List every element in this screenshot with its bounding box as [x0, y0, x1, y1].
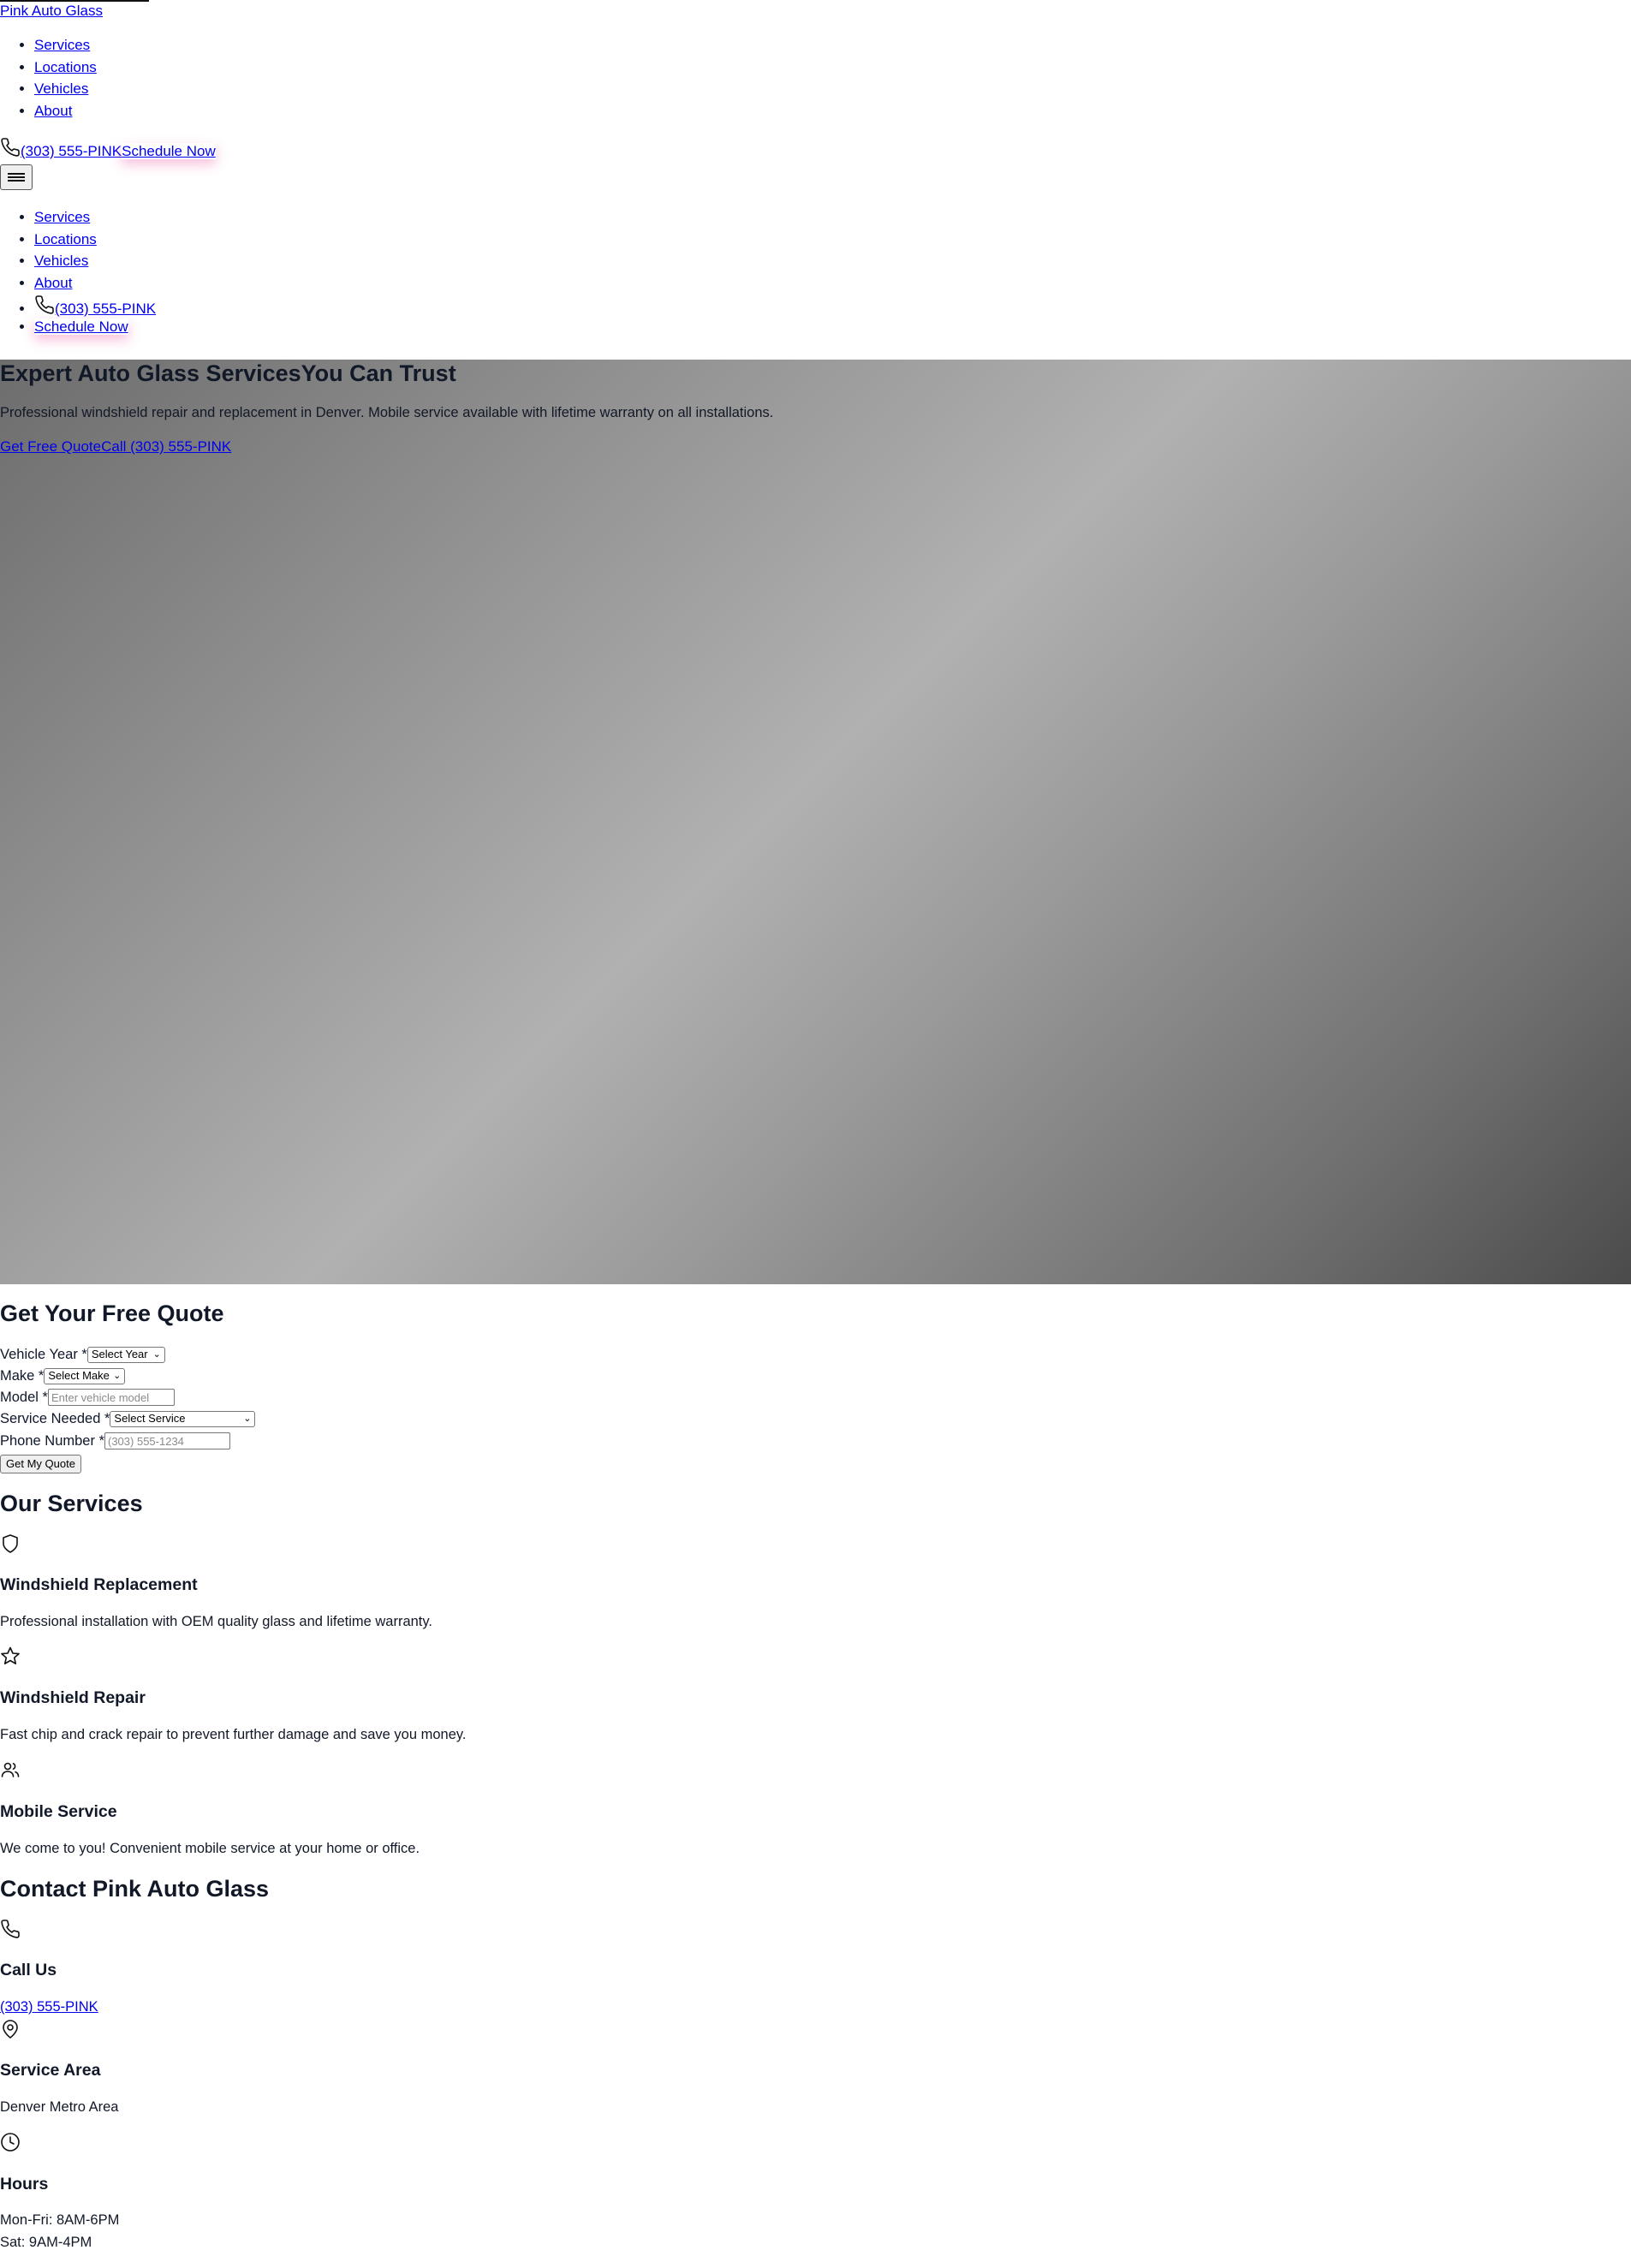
service-title-mobile: Mobile Service	[0, 1802, 117, 1821]
contact-call-title: Call Us	[0, 1961, 57, 1979]
quote-form-title: Get Your Free Quote	[0, 1301, 224, 1326]
header-top-border	[0, 0, 149, 2]
contact-title: Contact Pink Auto Glass	[0, 1876, 270, 1902]
phone-input[interactable]	[104, 1432, 230, 1449]
service-text-repair: Fast chip and crack repair to prevent fu…	[0, 1727, 467, 1742]
service-text-replacement: Professional installation with OEM quali…	[0, 1614, 432, 1629]
nav-link-services[interactable]: Services	[34, 37, 90, 53]
hero-title: Expert Auto Glass ServicesYou Can Trust	[0, 358, 456, 389]
contact-area-text: Denver Metro Area	[0, 2099, 119, 2115]
shield-icon	[0, 1533, 21, 1554]
nav-item-locations: Locations	[34, 57, 97, 79]
model-row: Model *	[0, 1388, 175, 1407]
mobile-nav-link-vehicles[interactable]: Vehicles	[34, 253, 88, 269]
hero-subtitle: Professional windshield repair and repla…	[0, 405, 774, 420]
header-phone-link[interactable]: (303) 555-PINK	[0, 138, 122, 159]
service-row: Service Needed * Select Service ⌄	[0, 1409, 256, 1428]
vehicle-year-select[interactable]: Select Year ⌄	[86, 1346, 165, 1363]
make-label: Make *	[0, 1368, 45, 1384]
make-row: Make * Select Make ⌄	[0, 1366, 126, 1385]
service-title-repair: Windshield Repair	[0, 1688, 146, 1707]
nav-link-vehicles[interactable]: Vehicles	[34, 80, 88, 97]
primary-nav: Services Locations Vehicles About	[0, 34, 97, 122]
map-pin-icon	[0, 2019, 21, 2039]
mobile-nav-item-about: About	[34, 272, 156, 295]
mobile-nav-item-phone: (303) 555-PINK	[34, 295, 156, 317]
contact-phone-link[interactable]: (303) 555-PINK	[0, 1997, 98, 2017]
phone-icon	[0, 137, 21, 158]
hero-background	[0, 360, 1631, 1284]
phone-icon	[0, 1919, 21, 1939]
mobile-nav-link-services[interactable]: Services	[34, 209, 90, 225]
service-text-mobile: We come to you! Convenient mobile servic…	[0, 1841, 420, 1856]
mobile-nav-phone-text: (303) 555-PINK	[55, 300, 157, 317]
service-select[interactable]: Select Service ⌄	[110, 1410, 256, 1427]
users-icon	[0, 1759, 21, 1780]
mobile-nav-schedule-button[interactable]: Schedule Now	[34, 318, 128, 335]
make-select[interactable]: Select Make ⌄	[44, 1367, 126, 1384]
contact-hours-weekday: Mon-Fri: 8AM-6PM	[0, 2212, 120, 2228]
header-schedule-button[interactable]: Schedule Now	[122, 143, 216, 159]
mobile-nav-link-locations[interactable]: Locations	[34, 231, 97, 247]
contact-hours-title: Hours	[0, 2175, 49, 2194]
hamburger-icon	[8, 171, 25, 183]
contact-hours-saturday: Sat: 9AM-4PM	[0, 2235, 92, 2250]
phone-label: Phone Number *	[0, 1433, 104, 1449]
star-icon	[0, 1646, 21, 1666]
mobile-nav-item-vehicles: Vehicles	[34, 250, 156, 272]
mobile-nav-link-about[interactable]: About	[34, 275, 72, 291]
mobile-nav-item-locations: Locations	[34, 229, 156, 251]
service-label: Service Needed *	[0, 1411, 110, 1426]
mobile-nav-phone-link[interactable]: (303) 555-PINK	[34, 295, 157, 317]
brand-logo-link[interactable]: Pink Auto Glass	[0, 3, 103, 20]
header-phone-text: (303) 555-PINK	[21, 143, 122, 159]
hero-title-part1: Expert Auto Glass Services	[0, 360, 301, 386]
hero-title-part2: You Can Trust	[301, 360, 456, 386]
get-free-quote-button[interactable]: Get Free Quote	[0, 438, 101, 455]
nav-link-locations[interactable]: Locations	[34, 59, 97, 75]
nav-item-about: About	[34, 100, 97, 122]
mobile-nav-item-schedule: Schedule Now	[34, 316, 156, 338]
chevron-down-icon: ⌄	[243, 1414, 252, 1424]
call-now-button[interactable]: Call (303) 555-PINK	[101, 438, 231, 455]
hero-cta-group: Get Free QuoteCall (303) 555-PINK	[0, 437, 231, 457]
mobile-nav-item-services: Services	[34, 206, 156, 229]
mobile-nav: Services Locations Vehicles About (303) …	[0, 206, 156, 338]
nav-link-about[interactable]: About	[34, 103, 72, 119]
chevron-down-icon: ⌄	[152, 1349, 161, 1360]
service-title-replacement: Windshield Replacement	[0, 1575, 198, 1594]
vehicle-year-row: Vehicle Year * Select Year ⌄	[0, 1345, 165, 1364]
services-title: Our Services	[0, 1491, 143, 1516]
model-label: Model *	[0, 1390, 48, 1405]
make-value: Select Make	[48, 1369, 110, 1382]
clock-icon	[0, 2132, 21, 2152]
service-value: Select Service	[114, 1412, 186, 1425]
contact-area-title: Service Area	[0, 2061, 101, 2080]
chevron-down-icon: ⌄	[113, 1371, 122, 1381]
phone-icon	[34, 295, 55, 315]
vehicle-year-value: Select Year	[91, 1348, 148, 1360]
model-input[interactable]	[47, 1389, 175, 1406]
get-my-quote-button[interactable]: Get My Quote	[0, 1455, 81, 1473]
header-actions: (303) 555-PINKSchedule Now	[0, 137, 216, 163]
phone-row: Phone Number *	[0, 1432, 230, 1450]
nav-item-services: Services	[34, 34, 97, 57]
menu-toggle-button[interactable]	[0, 164, 33, 190]
nav-item-vehicles: Vehicles	[34, 78, 97, 100]
vehicle-year-label: Vehicle Year *	[0, 1347, 87, 1362]
